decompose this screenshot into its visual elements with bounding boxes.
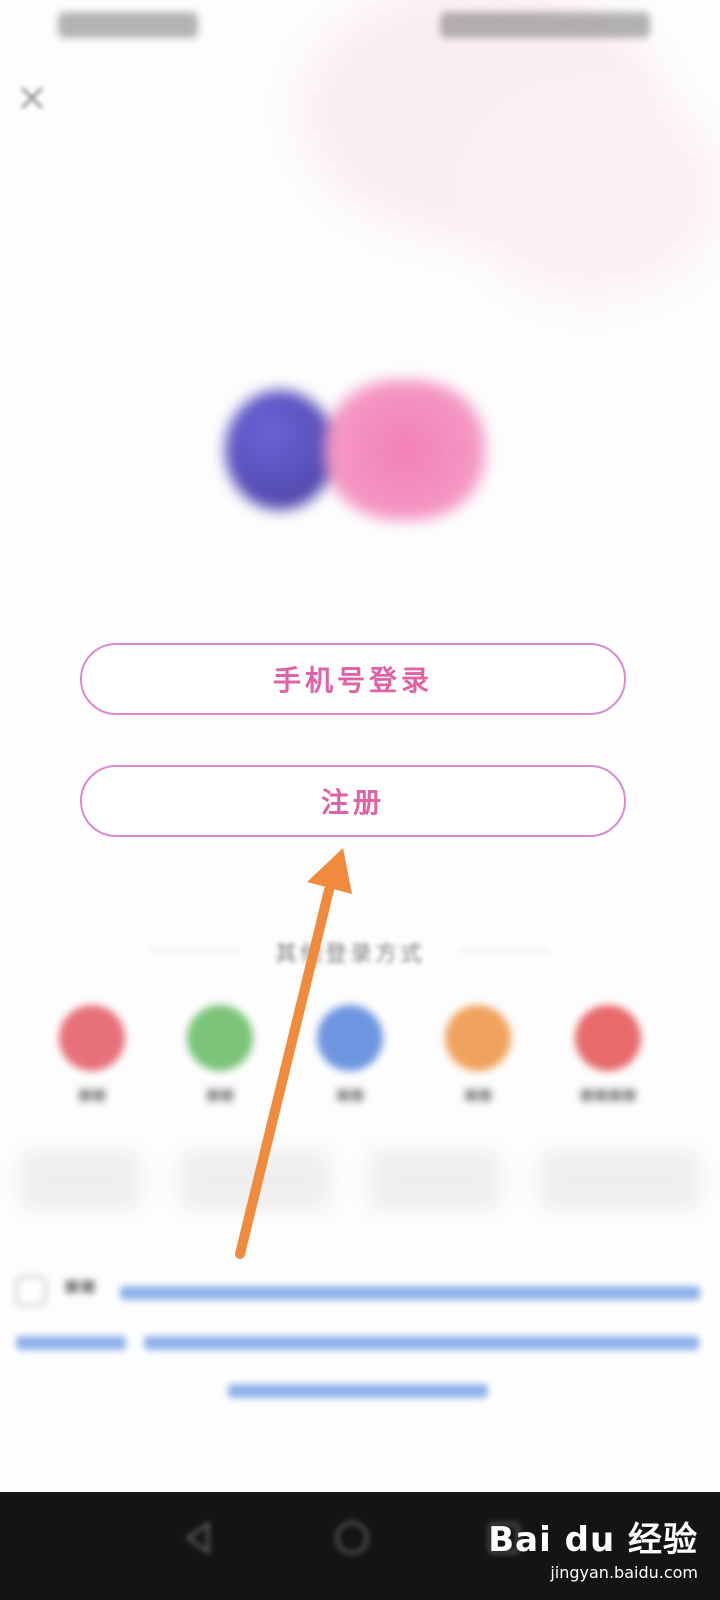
register-button[interactable]: 注册 [80, 765, 626, 837]
policy-link[interactable] [228, 1384, 488, 1398]
qq-login-button[interactable]: ■■ [290, 1005, 410, 1103]
other-login-heading: 其他登录方式 [274, 942, 425, 967]
policy-link[interactable] [16, 1336, 126, 1350]
close-button[interactable] [12, 78, 52, 118]
watermark: Bai du 经验 jingyan.baidu.com [488, 1512, 698, 1582]
netease-icon [575, 1005, 641, 1071]
app-logo [215, 375, 495, 535]
third-party-login-row: ■■ ■■ ■■ ■■ ■■■■ [0, 1005, 720, 1125]
watermark-logo: Bai du 经验 [488, 1520, 698, 1560]
weibo-icon [59, 1005, 125, 1071]
weibo-login-button[interactable]: ■■ [32, 1005, 152, 1103]
agreement-checkbox[interactable] [16, 1276, 46, 1306]
login-screen: 手机号登录 注册 其他登录方式 ■■ ■■ ■■ ■■ ■■■■ ■■ Bai … [0, 0, 720, 1600]
policy-link[interactable] [144, 1336, 699, 1350]
phone-login-button[interactable]: 手机号登录 [80, 643, 626, 715]
provider-label: ■■ [77, 1085, 107, 1103]
decor-blob [460, 80, 720, 300]
navigation-bar: Bai du 经验 jingyan.baidu.com [0, 1492, 720, 1600]
qq-icon [317, 1005, 383, 1071]
status-bar [0, 0, 720, 50]
provider-label: ■■■■ [579, 1085, 637, 1103]
home-icon[interactable] [328, 1514, 376, 1562]
back-icon[interactable] [176, 1514, 224, 1562]
wechat-login-button[interactable]: ■■ [160, 1005, 280, 1103]
netease-login-button[interactable]: ■■■■ [548, 1005, 668, 1103]
provider-label: ■■ [463, 1085, 493, 1103]
divider-line [460, 950, 550, 951]
policy-link[interactable] [120, 1286, 700, 1300]
close-icon [21, 87, 43, 109]
provider-label: ■■ [335, 1085, 365, 1103]
wechat-icon [187, 1005, 253, 1071]
battery-clock [440, 12, 650, 38]
taobao-icon [445, 1005, 511, 1071]
provider-label: ■■ [205, 1085, 235, 1103]
agreement-section: ■■ [14, 1270, 704, 1410]
ghost-overlay [0, 1140, 720, 1220]
signal-indicators [58, 12, 198, 38]
agreement-text: ■■ [64, 1276, 97, 1296]
watermark-url: jingyan.baidu.com [550, 1563, 698, 1582]
other-login-divider: 其他登录方式 [150, 930, 550, 970]
taobao-login-button[interactable]: ■■ [418, 1005, 538, 1103]
